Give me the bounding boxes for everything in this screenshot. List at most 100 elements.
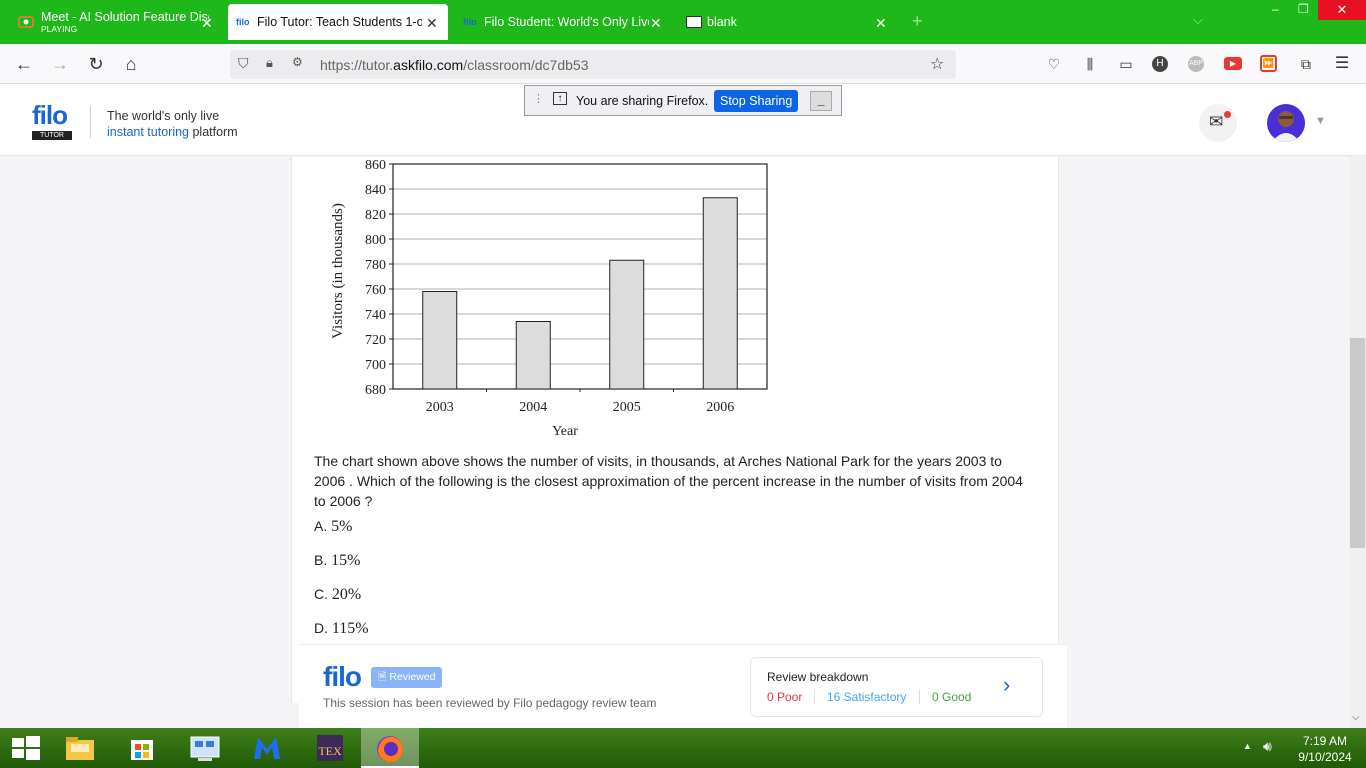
- firefox-icon: [377, 736, 403, 762]
- review-breakdown-title: Review breakdown: [767, 670, 869, 684]
- filo-logo: filo: [323, 661, 362, 692]
- y-tick-label: 740: [365, 308, 386, 323]
- y-axis-label: Visitors (in thousands): [330, 203, 346, 339]
- windows-start-icon[interactable]: [8, 731, 42, 765]
- reload-icon[interactable]: ↻: [84, 52, 108, 76]
- volume-icon[interactable]: 🔊︎: [1263, 738, 1272, 755]
- close-icon[interactable]: ✕: [426, 15, 438, 32]
- divider: [90, 106, 91, 138]
- y-tick-label: 840: [365, 183, 386, 198]
- reviewed-badge: 🗎 Reviewed: [371, 667, 443, 688]
- url-bar[interactable]: ⛉ 🔒︎ ⚙ https://tutor.askfilo.com/classro…: [230, 50, 956, 79]
- tab-filo-tutor[interactable]: filo Filo Tutor: Teach Students 1-on ✕: [228, 4, 448, 40]
- tab-title: blank: [707, 15, 737, 29]
- scrollbar-thumb[interactable]: [1350, 338, 1365, 548]
- bookmark-star-icon[interactable]: ☆: [930, 54, 944, 74]
- close-icon[interactable]: ✕: [201, 15, 213, 32]
- avatar[interactable]: [1267, 104, 1305, 142]
- x-tick-label: 2004: [519, 400, 547, 415]
- chevron-right-icon[interactable]: ›: [1003, 672, 1010, 698]
- mail-icon: ✉: [1209, 112, 1224, 131]
- url-text: https://tutor.askfilo.com/classroom/dc7d…: [320, 57, 589, 73]
- forward-icon[interactable]: →: [48, 52, 72, 76]
- tray-expand-icon[interactable]: ▲: [1243, 741, 1252, 751]
- tab-title: Filo Student: World's Only Live: [484, 15, 649, 29]
- minimize-window-button[interactable]: ‒: [1272, 2, 1279, 16]
- stop-sharing-button[interactable]: Stop Sharing: [714, 90, 799, 112]
- share-icon: ↑: [553, 92, 567, 105]
- account-dropdown-icon[interactable]: ▼: [1315, 115, 1326, 127]
- satisfactory-count: 16 Satisfactory: [827, 690, 907, 704]
- y-tick-label: 820: [365, 208, 386, 223]
- tab-title: Filo Tutor: Teach Students 1-on: [257, 15, 422, 29]
- home-icon[interactable]: ⌂: [119, 52, 143, 76]
- y-tick-label: 800: [365, 233, 386, 248]
- reader-view-icon[interactable]: ▭: [1116, 54, 1136, 74]
- back-icon[interactable]: ←: [12, 52, 36, 76]
- filo-tutor-logo[interactable]: filo TUTOR: [32, 102, 72, 140]
- x-tick-label: 2006: [706, 400, 734, 415]
- y-tick-label: 700: [365, 358, 386, 373]
- tex-editor-icon[interactable]: TEX: [313, 731, 347, 765]
- adblock-icon[interactable]: ABP: [1188, 56, 1204, 72]
- filo-icon: filo: [463, 17, 477, 27]
- svg-text:TEX: TEX: [318, 744, 342, 758]
- close-icon[interactable]: ✕: [650, 15, 662, 32]
- shield-icon[interactable]: ⛉: [238, 55, 249, 72]
- close-window-button[interactable]: ✕: [1318, 0, 1366, 20]
- person-icon: [1272, 111, 1300, 142]
- sharing-message: You are sharing Firefox.: [576, 94, 709, 108]
- chevron-down-icon[interactable]: ⌵: [1193, 12, 1203, 28]
- new-tab-button[interactable]: +: [912, 11, 923, 32]
- bar-chart: 680 700 720 740 760 780 800 820 840 860 2003 2004 2…: [330, 158, 768, 437]
- option-a[interactable]: A. 5%: [314, 518, 352, 536]
- library-icon[interactable]: ⫼: [1080, 54, 1100, 74]
- review-breakdown-card[interactable]: Review breakdown 0 Poor 16 Satisfactory …: [750, 657, 1043, 717]
- tab-blank[interactable]: blank ✕: [678, 4, 890, 40]
- pocket-icon[interactable]: ♡: [1044, 54, 1064, 74]
- restore-window-button[interactable]: ❐: [1298, 2, 1309, 16]
- tab-title: Meet - AI Solution Feature Disc: [41, 10, 209, 24]
- y-tick-label: 760: [365, 283, 386, 298]
- blank-icon: [686, 16, 702, 28]
- extensions-icon[interactable]: ⧉: [1296, 54, 1316, 74]
- good-count: 0 Good: [932, 690, 972, 704]
- permissions-icon[interactable]: ⚙: [292, 55, 303, 69]
- malwarebytes-icon[interactable]: [250, 731, 284, 765]
- system-clock[interactable]: 7:19 AM 9/10/2024: [1290, 733, 1360, 765]
- notification-dot: [1224, 111, 1231, 118]
- option-c[interactable]: C. 20%: [314, 586, 361, 604]
- youtube-icon[interactable]: ▶: [1224, 57, 1242, 70]
- filo-icon: filo: [236, 17, 250, 27]
- clock-time: 7:19 AM: [1302, 734, 1348, 748]
- extension-h-icon[interactable]: H: [1152, 56, 1168, 72]
- x-tick-label: 2003: [426, 400, 454, 415]
- tab-meet[interactable]: Meet - AI Solution Feature Disc PLAYING …: [8, 4, 218, 40]
- tagline: The world's only live instant tutoring p…: [107, 109, 238, 139]
- fast-forward-icon[interactable]: ⏩: [1260, 55, 1277, 72]
- tab-filo-student[interactable]: filo Filo Student: World's Only Live ✕: [455, 4, 665, 40]
- file-explorer-icon[interactable]: [63, 731, 97, 765]
- minimize-share-button[interactable]: _: [810, 91, 832, 111]
- sharing-indicator: ⋮ ↑ You are sharing Firefox. Stop Sharin…: [524, 85, 842, 116]
- inbox-button[interactable]: ✉: [1199, 104, 1237, 142]
- control-panel-icon[interactable]: [188, 731, 222, 765]
- scroll-down-icon[interactable]: ⌵: [1352, 712, 1360, 723]
- x-tick-label: 2005: [613, 400, 641, 415]
- store-icon[interactable]: [125, 731, 159, 765]
- tab-bar: Meet - AI Solution Feature Disc PLAYING …: [0, 0, 1366, 44]
- review-panel: filo 🗎 Reviewed This session has been re…: [299, 644, 1067, 728]
- menu-icon[interactable]: ☰: [1332, 54, 1352, 74]
- firefox-taskbar-button[interactable]: [361, 728, 419, 768]
- tab-playing-label: PLAYING: [41, 24, 78, 34]
- poor-count: 0 Poor: [767, 690, 803, 704]
- option-b[interactable]: B. 15%: [314, 552, 360, 570]
- y-tick-label: 860: [365, 158, 386, 173]
- lock-icon[interactable]: 🔒︎: [266, 55, 273, 71]
- drag-handle-icon[interactable]: ⋮: [533, 92, 544, 105]
- bar: [702, 197, 738, 390]
- meet-icon: [18, 16, 34, 28]
- option-d[interactable]: D. 115%: [314, 620, 369, 638]
- question-text: The chart shown above shows the number o…: [314, 453, 1023, 509]
- close-icon[interactable]: ✕: [875, 15, 887, 32]
